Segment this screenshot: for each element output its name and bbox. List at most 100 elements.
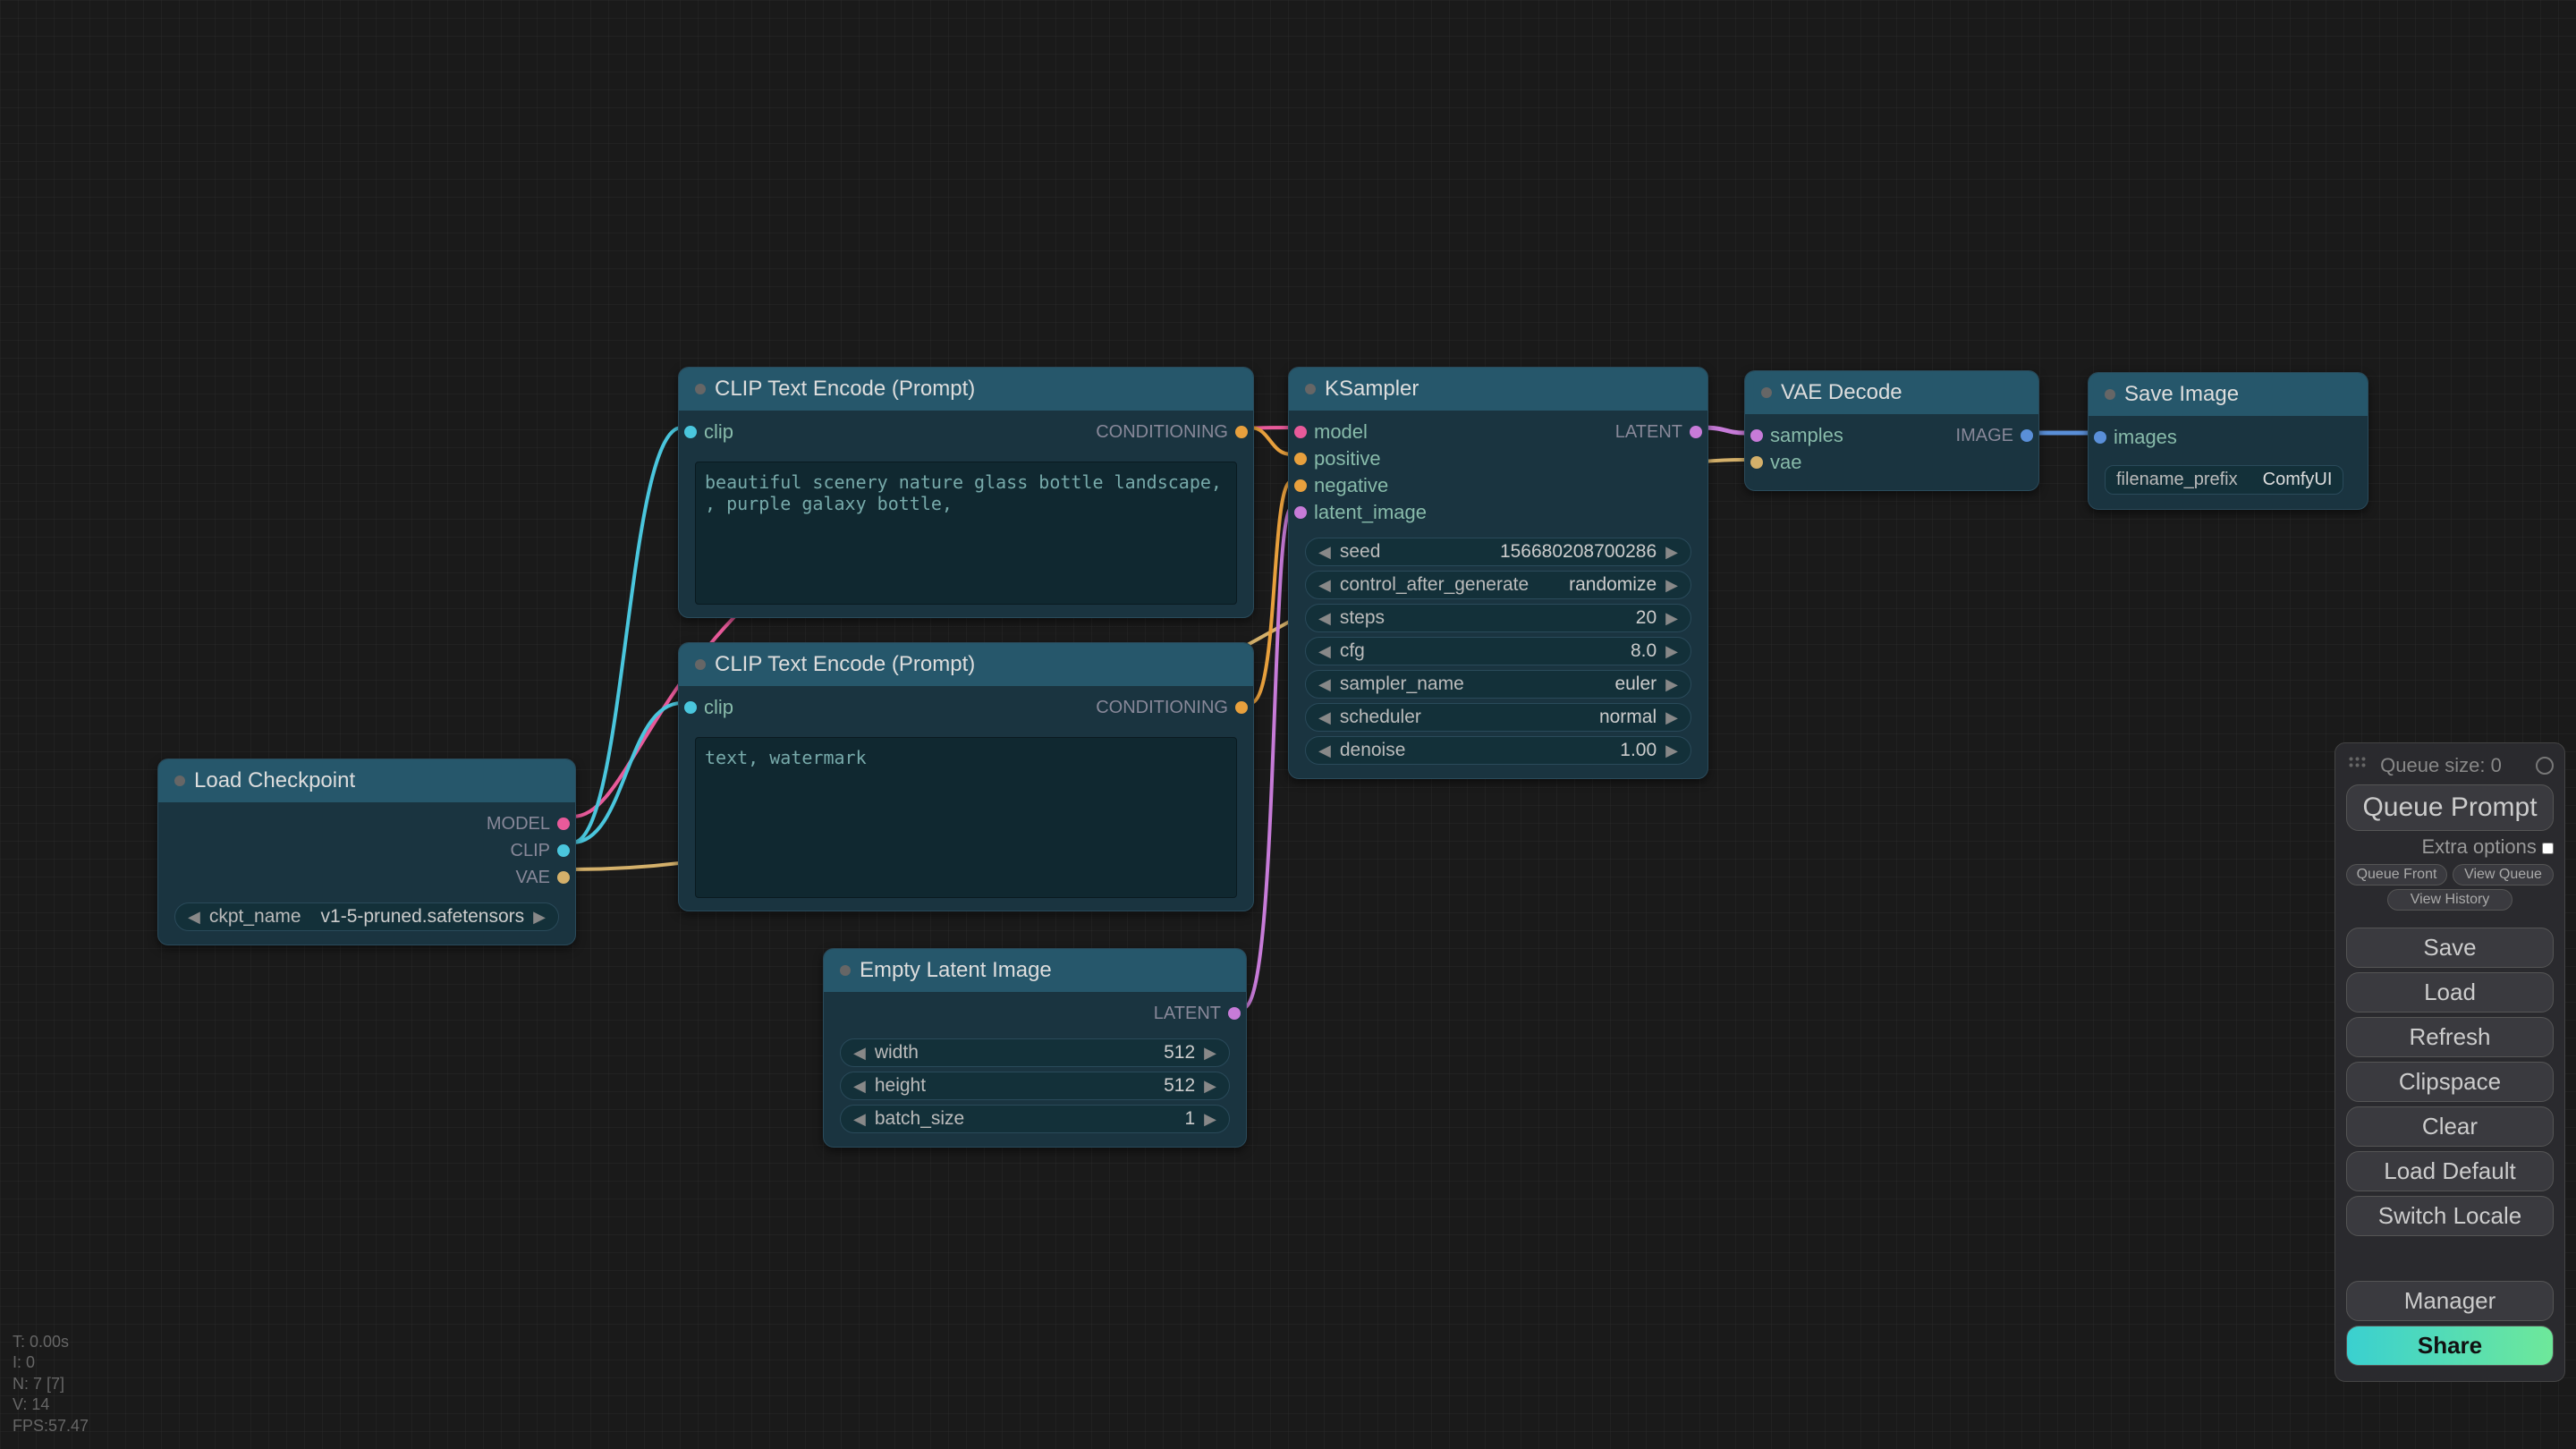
port-latent-icon[interactable] bbox=[1750, 429, 1763, 442]
share-button[interactable]: Share bbox=[2346, 1326, 2554, 1366]
port-vae-icon[interactable] bbox=[1750, 456, 1763, 469]
port-cond-icon[interactable] bbox=[1294, 453, 1307, 465]
node-title[interactable]: Save Image bbox=[2089, 373, 2368, 417]
port-cond-icon[interactable] bbox=[1235, 701, 1248, 714]
node-vae-decode[interactable]: VAE Decode samples IMAGE vae bbox=[1744, 370, 2039, 491]
clear-button[interactable]: Clear bbox=[2346, 1106, 2554, 1147]
node-ksampler[interactable]: KSampler model LATENT positive negative … bbox=[1288, 367, 1708, 779]
load-button[interactable]: Load bbox=[2346, 972, 2554, 1013]
view-history-button[interactable]: View History bbox=[2387, 889, 2512, 911]
view-queue-button[interactable]: View Queue bbox=[2453, 864, 2554, 886]
in-vae: vae bbox=[1770, 451, 1801, 474]
node-clip-positive[interactable]: CLIP Text Encode (Prompt) clip CONDITION… bbox=[678, 367, 1254, 618]
denoise-label: denoise bbox=[1340, 740, 1406, 761]
denoise-value: 1.00 bbox=[1620, 740, 1657, 761]
sched-label: scheduler bbox=[1340, 707, 1421, 728]
port-clip-icon[interactable] bbox=[684, 701, 697, 714]
queue-front-button[interactable]: Queue Front bbox=[2346, 864, 2447, 886]
in-model: model bbox=[1314, 420, 1368, 444]
filename-prefix-widget[interactable]: filename_prefix ComfyUI bbox=[2105, 465, 2343, 495]
node-empty-latent[interactable]: Empty Latent Image LATENT ◀width512▶ ◀he… bbox=[823, 948, 1247, 1148]
port-clip-icon[interactable] bbox=[684, 426, 697, 438]
port-image-icon[interactable] bbox=[2094, 431, 2106, 444]
port-model-icon[interactable] bbox=[1294, 426, 1307, 438]
port-clip-icon[interactable] bbox=[557, 844, 570, 857]
scheduler-widget[interactable]: ◀schedulernormal▶ bbox=[1305, 703, 1691, 732]
port-latent-icon[interactable] bbox=[1294, 506, 1307, 519]
batch-widget[interactable]: ◀batch_size1▶ bbox=[840, 1105, 1230, 1133]
queue-prompt-button[interactable]: Queue Prompt bbox=[2346, 784, 2554, 831]
port-image-icon[interactable] bbox=[2021, 429, 2033, 442]
ckpt-label: ckpt_name bbox=[209, 906, 301, 928]
ckpt-name-widget[interactable]: ◀ ckpt_name v1-5-pruned.safetensors ▶ bbox=[174, 902, 559, 931]
port-cond-icon[interactable] bbox=[1294, 479, 1307, 492]
chevron-right-icon: ▶ bbox=[533, 908, 546, 927]
steps-value: 20 bbox=[1636, 607, 1657, 629]
sampler-value: euler bbox=[1614, 674, 1657, 695]
extra-options-checkbox[interactable] bbox=[2542, 843, 2554, 854]
drag-handle-icon[interactable] bbox=[2348, 756, 2366, 768]
in-images: images bbox=[2114, 426, 2177, 449]
stat-t: T: 0.00s bbox=[13, 1332, 89, 1352]
steps-label: steps bbox=[1340, 607, 1385, 629]
cag-widget[interactable]: ◀control_after_generaterandomize▶ bbox=[1305, 571, 1691, 599]
out-latent: LATENT bbox=[1154, 1004, 1221, 1024]
ckpt-value: v1-5-pruned.safetensors bbox=[321, 906, 525, 928]
manager-button[interactable]: Manager bbox=[2346, 1281, 2554, 1321]
batch-label: batch_size bbox=[875, 1108, 964, 1130]
load-default-button[interactable]: Load Default bbox=[2346, 1151, 2554, 1191]
steps-widget[interactable]: ◀steps20▶ bbox=[1305, 604, 1691, 632]
cfg-widget[interactable]: ◀cfg8.0▶ bbox=[1305, 637, 1691, 665]
width-widget[interactable]: ◀width512▶ bbox=[840, 1038, 1230, 1067]
cag-value: randomize bbox=[1569, 574, 1657, 596]
node-load-checkpoint[interactable]: Load Checkpoint MODEL CLIP VAE ◀ ckpt_na… bbox=[157, 758, 576, 945]
node-title[interactable]: VAE Decode bbox=[1745, 371, 2038, 415]
out-clip: CLIP bbox=[511, 841, 550, 861]
port-vae-icon[interactable] bbox=[557, 871, 570, 884]
node-title[interactable]: KSampler bbox=[1289, 368, 1707, 411]
width-label: width bbox=[875, 1042, 919, 1063]
port-latent-icon[interactable] bbox=[1228, 1007, 1241, 1020]
save-button[interactable]: Save bbox=[2346, 928, 2554, 968]
out-conditioning: CONDITIONING bbox=[1096, 698, 1228, 718]
in-latent: latent_image bbox=[1314, 501, 1427, 524]
in-clip: clip bbox=[704, 696, 733, 719]
batch-value: 1 bbox=[1184, 1108, 1195, 1130]
gear-icon[interactable] bbox=[2536, 757, 2554, 775]
in-samples: samples bbox=[1770, 424, 1843, 447]
extra-options-label: Extra options bbox=[2421, 835, 2536, 858]
node-title[interactable]: CLIP Text Encode (Prompt) bbox=[679, 368, 1253, 411]
queue-size-label: Queue size: 0 bbox=[2346, 754, 2536, 777]
clipspace-button[interactable]: Clipspace bbox=[2346, 1062, 2554, 1102]
stats-overlay: T: 0.00s I: 0 N: 7 [7] V: 14 FPS:57.47 bbox=[13, 1332, 89, 1436]
port-latent-icon[interactable] bbox=[1690, 426, 1702, 438]
in-positive: positive bbox=[1314, 447, 1381, 470]
switch-locale-button[interactable]: Switch Locale bbox=[2346, 1196, 2554, 1236]
node-clip-negative[interactable]: CLIP Text Encode (Prompt) clip CONDITION… bbox=[678, 642, 1254, 911]
sampler-widget[interactable]: ◀sampler_nameeuler▶ bbox=[1305, 670, 1691, 699]
stat-i: I: 0 bbox=[13, 1352, 89, 1373]
height-widget[interactable]: ◀height512▶ bbox=[840, 1072, 1230, 1100]
out-image: IMAGE bbox=[1956, 426, 2013, 446]
denoise-widget[interactable]: ◀denoise1.00▶ bbox=[1305, 736, 1691, 765]
node-save-image[interactable]: Save Image images filename_prefix ComfyU… bbox=[2088, 372, 2368, 510]
sampler-label: sampler_name bbox=[1340, 674, 1464, 695]
prompt-textarea[interactable]: text, watermark bbox=[695, 737, 1237, 898]
seed-label: seed bbox=[1340, 541, 1381, 563]
height-value: 512 bbox=[1164, 1075, 1195, 1097]
port-cond-icon[interactable] bbox=[1235, 426, 1248, 438]
node-title[interactable]: CLIP Text Encode (Prompt) bbox=[679, 643, 1253, 687]
control-panel[interactable]: Queue size: 0 Queue Prompt Extra options… bbox=[2334, 742, 2565, 1382]
refresh-button[interactable]: Refresh bbox=[2346, 1017, 2554, 1057]
in-clip: clip bbox=[704, 420, 733, 444]
port-model-icon[interactable] bbox=[557, 818, 570, 830]
node-title[interactable]: Empty Latent Image bbox=[824, 949, 1246, 993]
stat-fps: FPS:57.47 bbox=[13, 1416, 89, 1436]
prompt-textarea[interactable]: beautiful scenery nature glass bottle la… bbox=[695, 462, 1237, 605]
node-title[interactable]: Load Checkpoint bbox=[158, 759, 575, 803]
seed-widget[interactable]: ◀seed156680208700286▶ bbox=[1305, 538, 1691, 566]
prefix-value: ComfyUI bbox=[2263, 470, 2333, 490]
cfg-value: 8.0 bbox=[1631, 640, 1657, 662]
out-model: MODEL bbox=[487, 814, 550, 835]
prefix-label: filename_prefix bbox=[2116, 470, 2238, 490]
